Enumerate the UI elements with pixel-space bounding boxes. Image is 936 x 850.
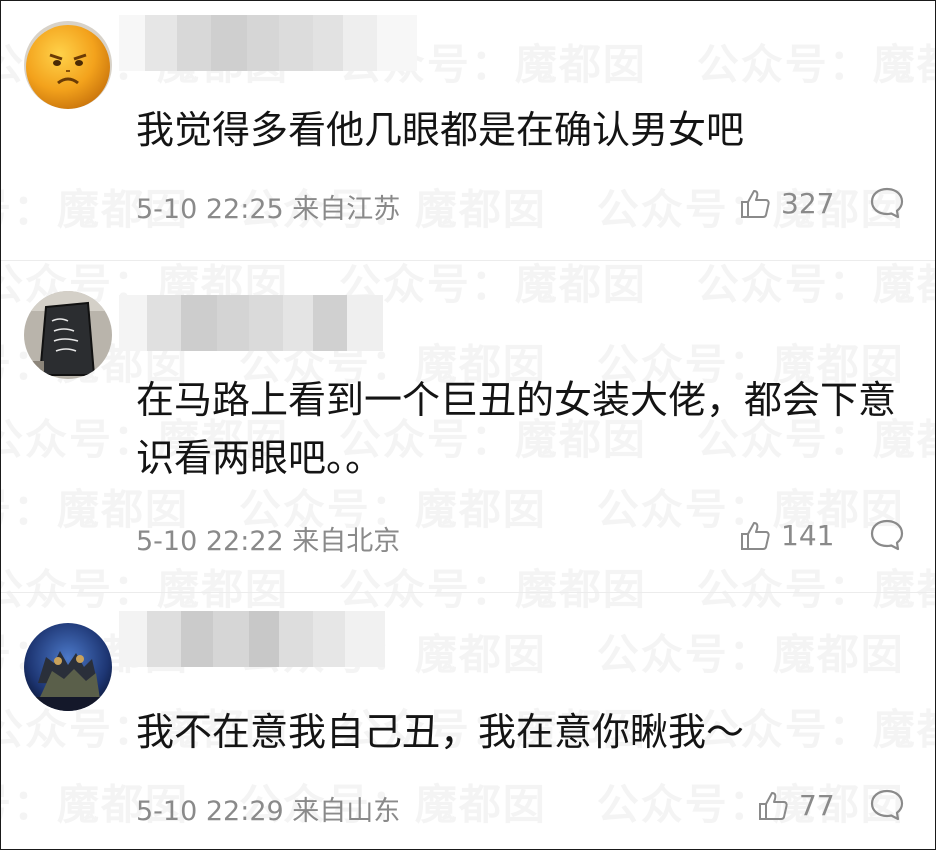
username-mosaic[interactable] — [119, 611, 385, 667]
orange-face-avatar-icon — [24, 21, 112, 109]
comment-time: 5-10 22:29 — [136, 796, 284, 827]
avatar[interactable] — [24, 623, 112, 711]
chalkboard-avatar-icon — [24, 291, 112, 379]
comment-meta: 5-10 22:29 来自山东 — [136, 789, 400, 828]
like-count: 77 — [799, 789, 835, 822]
like-count: 141 — [781, 519, 835, 552]
comment-time: 5-10 22:25 — [136, 194, 284, 225]
comment-item: 在马路上看到一个巨丑的女装大佬，都会下意识看两眼吧。。 5-10 22:22 来… — [1, 261, 935, 591]
blue-scene-avatar-icon — [24, 623, 112, 711]
comment-time: 5-10 22:22 — [136, 526, 284, 557]
like-button[interactable]: 77 — [757, 789, 835, 822]
comment-text: 在马路上看到一个巨丑的女装大佬，都会下意识看两眼吧。。 — [136, 378, 897, 480]
thumbs-up-icon — [741, 189, 770, 218]
comment-meta: 5-10 22:22 来自北京 — [136, 519, 400, 558]
like-button[interactable]: 327 — [739, 187, 834, 220]
comment-item: 我觉得多看他几眼都是在确认男女吧 5-10 22:25 来自江苏 327 — [1, 1, 935, 259]
comment-location: 来自北京 — [292, 526, 401, 557]
comment-location: 来自江苏 — [292, 194, 401, 225]
comment-item: 我不在意我自己丑，我在意你瞅我～ 5-10 22:29 来自山东 77 — [1, 593, 935, 849]
like-count: 327 — [781, 187, 835, 220]
like-button[interactable]: 141 — [739, 519, 834, 552]
avatar[interactable] — [24, 21, 112, 109]
avatar[interactable] — [24, 291, 112, 379]
thumbs-up-icon — [741, 521, 770, 550]
reply-button[interactable] — [869, 517, 905, 557]
comment-bubble-icon — [870, 187, 904, 219]
reply-button[interactable] — [869, 185, 905, 225]
comment-bubble-icon — [870, 519, 904, 551]
comment-text: 我不在意我自己丑，我在意你瞅我～ — [136, 710, 745, 754]
thumbs-up-icon — [759, 791, 788, 820]
username-mosaic[interactable] — [119, 15, 417, 71]
comment-list-panel: 公众号：魔都囡 公众号：魔都囡 公众号：魔都囡 公众号：魔都囡 公众号：魔都囡 … — [0, 0, 936, 850]
comment-location: 来自山东 — [292, 796, 401, 827]
comment-text: 我觉得多看他几眼都是在确认男女吧 — [136, 108, 745, 152]
reply-button[interactable] — [869, 787, 905, 827]
username-mosaic[interactable] — [119, 295, 383, 351]
comment-bubble-icon — [870, 789, 904, 821]
comment-meta: 5-10 22:25 来自江苏 — [136, 187, 400, 226]
